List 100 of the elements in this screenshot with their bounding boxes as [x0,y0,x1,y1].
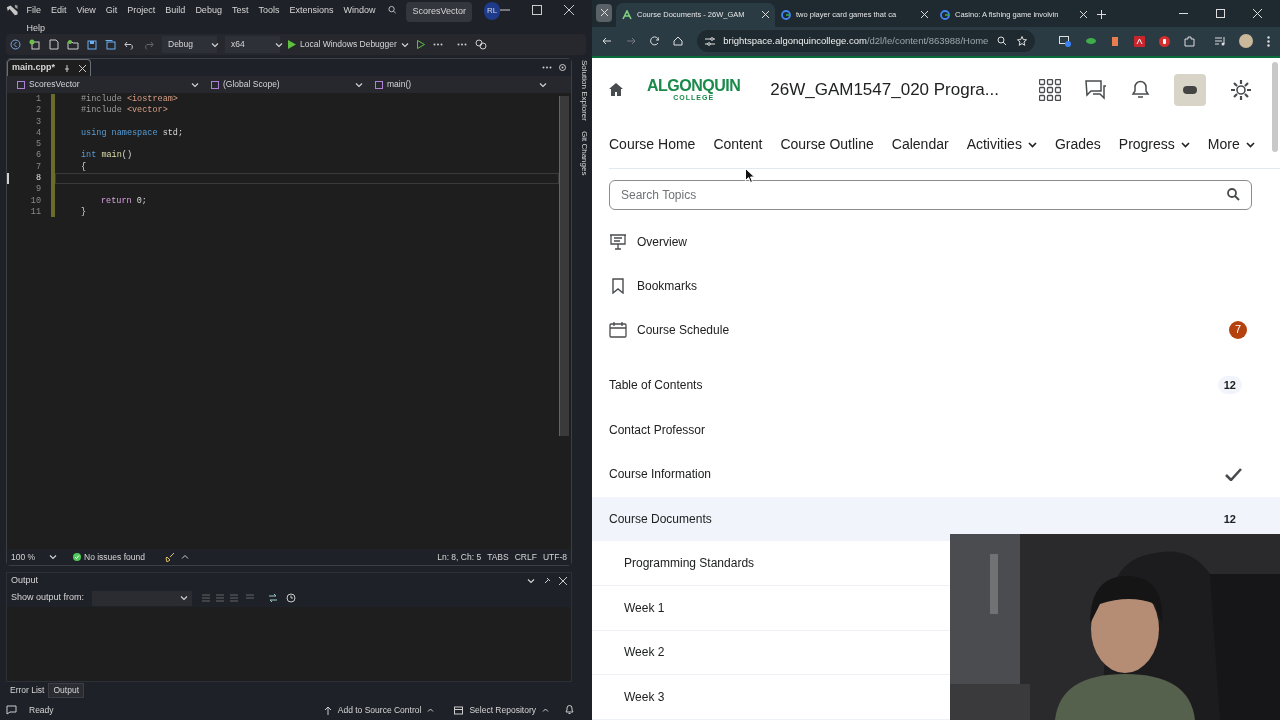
menu-item[interactable]: Window [343,4,376,18]
chevron-down-icon[interactable] [527,577,535,585]
menu-item[interactable]: Help [26,21,45,35]
nav-link[interactable]: Progress [1118,134,1190,155]
redo-icon[interactable] [143,39,154,50]
nav-link[interactable]: Content [713,134,763,155]
tool-link[interactable]: Bookmarks [637,276,698,295]
pdf-icon[interactable] [1134,35,1145,47]
zoom-dropdown[interactable]: 100 % [11,550,59,564]
repository-button[interactable]: Select Repository [454,703,549,717]
forward-icon[interactable] [625,36,636,47]
menu-item[interactable]: Extensions [289,4,334,18]
side-tab[interactable]: Git Changes [576,130,590,176]
nav-link[interactable]: Course Home [609,134,696,155]
close-icon[interactable] [79,64,86,72]
chevron-up-icon[interactable] [427,707,435,713]
account-avatar[interactable]: RL [484,2,500,20]
more-icon[interactable] [542,66,552,69]
back-icon[interactable] [10,39,21,50]
encoding[interactable]: UTF-8 [542,550,567,564]
nav-link[interactable]: More [1207,134,1255,155]
play-icon[interactable] [288,40,296,49]
maximize-icon[interactable] [1216,8,1225,18]
extension-icon[interactable] [1084,36,1097,47]
user-avatar[interactable] [1174,73,1206,106]
tool-link[interactable]: Course Schedule [637,320,730,339]
word-wrap-icon[interactable] [268,593,279,603]
extension-icon[interactable] [1058,35,1071,47]
platform-dropdown[interactable]: x64 [225,36,280,53]
module-item[interactable]: Week 2 [624,643,665,662]
tab-search-button[interactable] [596,3,612,22]
scrollbar[interactable] [1272,61,1278,152]
indent-mode[interactable]: TABS [487,550,509,564]
close-icon[interactable] [564,5,574,15]
menu-item[interactable]: Tools [258,4,280,18]
close-icon[interactable] [921,11,928,19]
undo-icon[interactable] [124,39,135,50]
chevron-down-icon[interactable] [180,594,189,602]
menu-item[interactable]: Debug [195,4,222,18]
close-icon[interactable] [559,577,567,585]
nav-link[interactable]: Calendar [891,134,949,155]
settings-icon[interactable] [1230,78,1252,101]
more-icon[interactable] [456,43,467,46]
menu-item[interactable]: Edit [50,4,67,18]
chevron-down-icon[interactable] [539,80,547,89]
clock-icon[interactable] [286,593,297,603]
menu-item[interactable]: File [26,4,41,18]
chat-icon[interactable] [1085,79,1107,100]
live-share-icon[interactable] [474,39,487,50]
chevron-down-icon[interactable] [355,80,363,89]
document-icon[interactable] [49,39,59,50]
save-icon[interactable] [87,39,97,50]
module-item[interactable]: Course Information [592,451,1280,497]
new-tab-icon[interactable] [1097,9,1106,19]
source-control-button[interactable]: Add to Source Control [323,703,435,717]
extension-icon[interactable] [1110,35,1121,47]
scrollbar[interactable] [559,96,569,436]
line-endings[interactable]: CRLF [514,550,537,564]
app-logo-icon[interactable] [6,3,19,17]
reload-icon[interactable] [649,36,660,47]
pin-icon[interactable] [543,577,551,585]
menu-item[interactable]: Test [231,4,249,18]
nav-link[interactable]: Grades [1054,134,1101,155]
close-icon[interactable] [1253,8,1262,18]
extensions-icon[interactable] [1183,35,1195,47]
module-item[interactable]: Programming Standards [624,554,755,573]
module-item[interactable]: Contact Professor [592,407,1280,452]
play-icon[interactable] [416,40,425,49]
back-icon[interactable] [602,36,612,47]
more-icon[interactable] [432,43,443,46]
maximize-icon[interactable] [532,5,542,15]
configuration-dropdown[interactable]: Debug [162,36,217,53]
side-tab[interactable]: Solution Explorer [576,60,590,121]
panel-tab[interactable]: Output [48,683,84,698]
panel-tab[interactable]: Error List [6,683,49,698]
navigation-dropdown[interactable]: main() [371,77,551,92]
address-bar[interactable]: brightspace.algonquincollege.com/d2l/le/content/863988/Home [697,30,1035,53]
nav-link[interactable]: Activities [966,134,1037,155]
search-field[interactable]: Search Topics [609,179,1252,210]
chevron-down-icon[interactable] [400,40,409,49]
module-item[interactable]: Week 1 [624,598,665,617]
broom-icon[interactable] [164,552,175,562]
notification-icon[interactable] [565,705,574,715]
start-debugging-button[interactable]: Local Windows Debugger [288,38,409,51]
profile-avatar[interactable] [1239,34,1254,49]
close-icon[interactable] [762,11,769,19]
save-all-icon[interactable] [105,39,116,50]
chevron-down-icon[interactable] [191,80,199,89]
menu-item[interactable]: Project [127,4,156,18]
module-item[interactable]: Week 3 [624,688,665,707]
chevron-down-icon[interactable] [274,40,283,49]
menu-item[interactable]: Git [105,4,118,18]
chevron-down-icon[interactable] [49,553,58,561]
course-title[interactable]: 26W_GAM1547_020 Progra... [770,76,999,103]
chevron-down-icon[interactable] [211,40,220,49]
navigation-dropdown[interactable]: (Global Scope) [207,77,367,92]
menu-item[interactable]: Build [165,4,186,18]
tool-link[interactable]: Overview [637,232,687,251]
open-folder-icon[interactable] [67,39,79,50]
nav-link[interactable]: Course Outline [780,134,874,155]
